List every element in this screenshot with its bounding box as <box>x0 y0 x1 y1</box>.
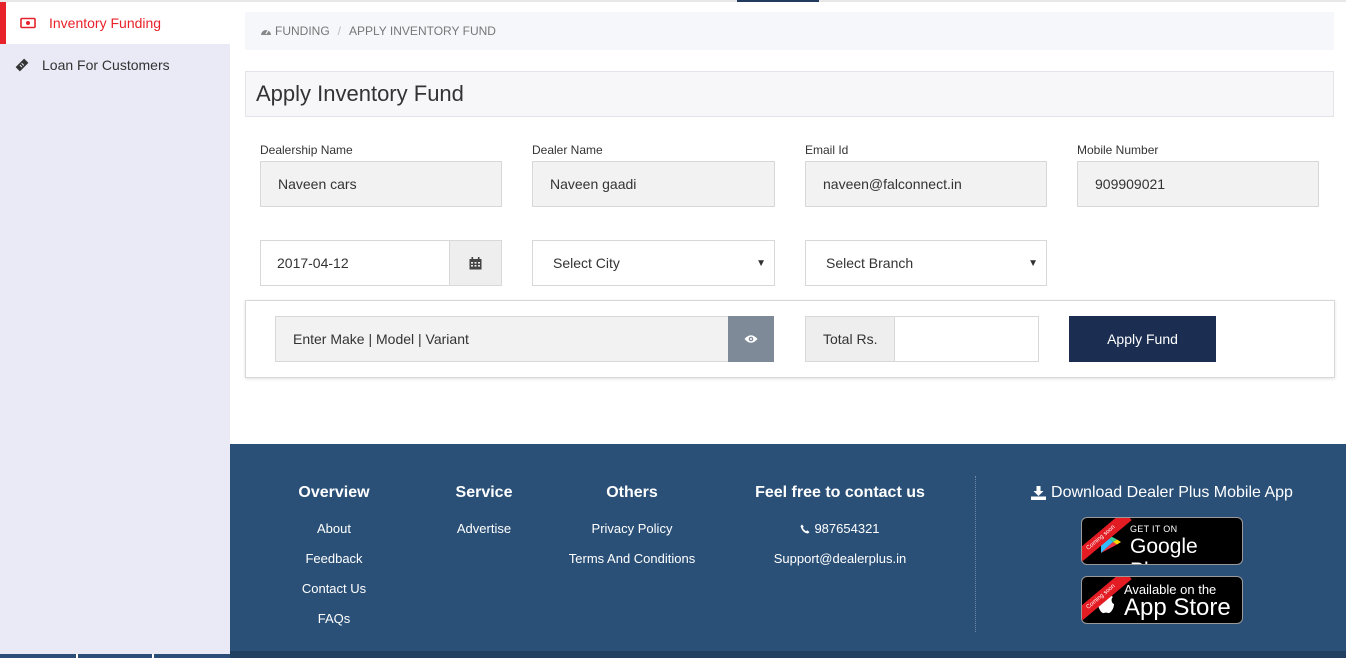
footer-others: Others Privacy Policy Terms And Conditio… <box>557 484 707 574</box>
app-store-big-text: App Store <box>1124 594 1231 621</box>
footer-contact: Feel free to contact us 987654321 Suppor… <box>745 484 935 574</box>
total-label: Total Rs. <box>806 317 895 361</box>
footer-link-privacy-policy[interactable]: Privacy Policy <box>557 514 707 544</box>
dealership-name-field[interactable]: Naveen cars <box>260 161 502 207</box>
date-picker: 2017-04-12 <box>260 240 502 286</box>
total-amount-group: Total Rs. <box>805 316 1039 362</box>
sidebar: Inventory Funding Loan For Customers <box>0 2 230 658</box>
footer-bottom-strip <box>230 651 1346 658</box>
footer-service: Service Advertise <box>434 484 534 544</box>
branch-select-value: Select Branch <box>826 255 914 271</box>
chevron-down-icon: ▼ <box>756 257 766 269</box>
money-icon <box>20 17 42 29</box>
mobile-field[interactable]: 909909021 <box>1077 161 1319 207</box>
dashboard-icon <box>261 29 271 35</box>
mobile-label: Mobile Number <box>1077 143 1159 157</box>
footer-link-terms[interactable]: Terms And Conditions <box>557 544 707 574</box>
city-select[interactable]: Select City ▼ <box>532 240 775 286</box>
breadcrumb-current: APPLY INVENTORY FUND <box>349 24 496 38</box>
sidebar-item-inventory-funding[interactable]: Inventory Funding <box>0 2 230 44</box>
footer-service-title: Service <box>455 484 513 501</box>
footer: Overview About Feedback Contact Us FAQs … <box>230 444 1346 658</box>
footer-link-faqs[interactable]: FAQs <box>284 604 384 634</box>
app-store-badge[interactable]: Coming soon Available on the App Store <box>1081 576 1243 624</box>
breadcrumb-separator: / <box>337 24 342 38</box>
breadcrumb: FUNDING / APPLY INVENTORY FUND <box>245 12 1334 50</box>
footer-support-email[interactable]: Support@dealerplus.in <box>745 544 935 574</box>
google-play-badge[interactable]: Coming soon GET IT ON Google Play <box>1081 517 1243 565</box>
footer-link-contact-us[interactable]: Contact Us <box>284 574 384 604</box>
date-input[interactable]: 2017-04-12 <box>261 241 449 285</box>
footer-overview-title: Overview <box>298 484 370 501</box>
calendar-icon <box>469 256 482 269</box>
footer-link-advertise[interactable]: Advertise <box>434 514 534 544</box>
email-field[interactable]: naveen@falconnect.in <box>805 161 1047 207</box>
footer-link-about[interactable]: About <box>284 514 384 544</box>
ticket-icon <box>15 58 37 72</box>
apply-fund-button[interactable]: Apply Fund <box>1069 316 1216 362</box>
google-play-small-text: GET IT ON <box>1130 524 1178 534</box>
eye-icon <box>744 335 758 343</box>
google-play-big-text: Google Play <box>1130 535 1198 564</box>
dealer-name-label: Dealer Name <box>532 143 603 157</box>
make-model-variant-input[interactable]: Enter Make | Model | Variant <box>275 316 728 362</box>
footer-overview: Overview About Feedback Contact Us FAQs <box>284 484 384 634</box>
page-title-panel: Apply Inventory Fund <box>245 71 1334 117</box>
footer-others-title: Others <box>606 484 658 501</box>
footer-divider <box>975 476 976 632</box>
top-active-indicator <box>737 0 819 2</box>
city-select-value: Select City <box>553 255 620 271</box>
page-title: Apply Inventory Fund <box>256 81 464 106</box>
dealership-name-label: Dealership Name <box>260 143 353 157</box>
phone-icon <box>800 524 810 534</box>
breadcrumb-funding[interactable]: FUNDING <box>260 24 330 38</box>
branch-select[interactable]: Select Branch ▼ <box>805 240 1047 286</box>
footer-phone: 987654321 <box>745 514 935 544</box>
coming-soon-ribbon: Coming soon <box>1082 518 1132 564</box>
dealer-name-field[interactable]: Naveen gaadi <box>532 161 775 207</box>
view-button[interactable] <box>728 316 774 362</box>
email-label: Email Id <box>805 143 849 157</box>
sidebar-item-loan-for-customers[interactable]: Loan For Customers <box>0 44 230 86</box>
download-app-title: Download Dealer Plus Mobile App <box>1005 484 1319 502</box>
footer-contact-title: Feel free to contact us <box>755 484 925 501</box>
calendar-button[interactable] <box>449 241 501 285</box>
sidebar-item-label: Loan For Customers <box>42 57 170 73</box>
chevron-down-icon: ▼ <box>1028 257 1038 269</box>
total-amount-input[interactable] <box>895 317 1038 361</box>
sidebar-item-label: Inventory Funding <box>49 15 162 31</box>
sidebar-bottom-bar <box>0 654 230 658</box>
download-icon <box>1031 486 1047 500</box>
footer-link-feedback[interactable]: Feedback <box>284 544 384 574</box>
